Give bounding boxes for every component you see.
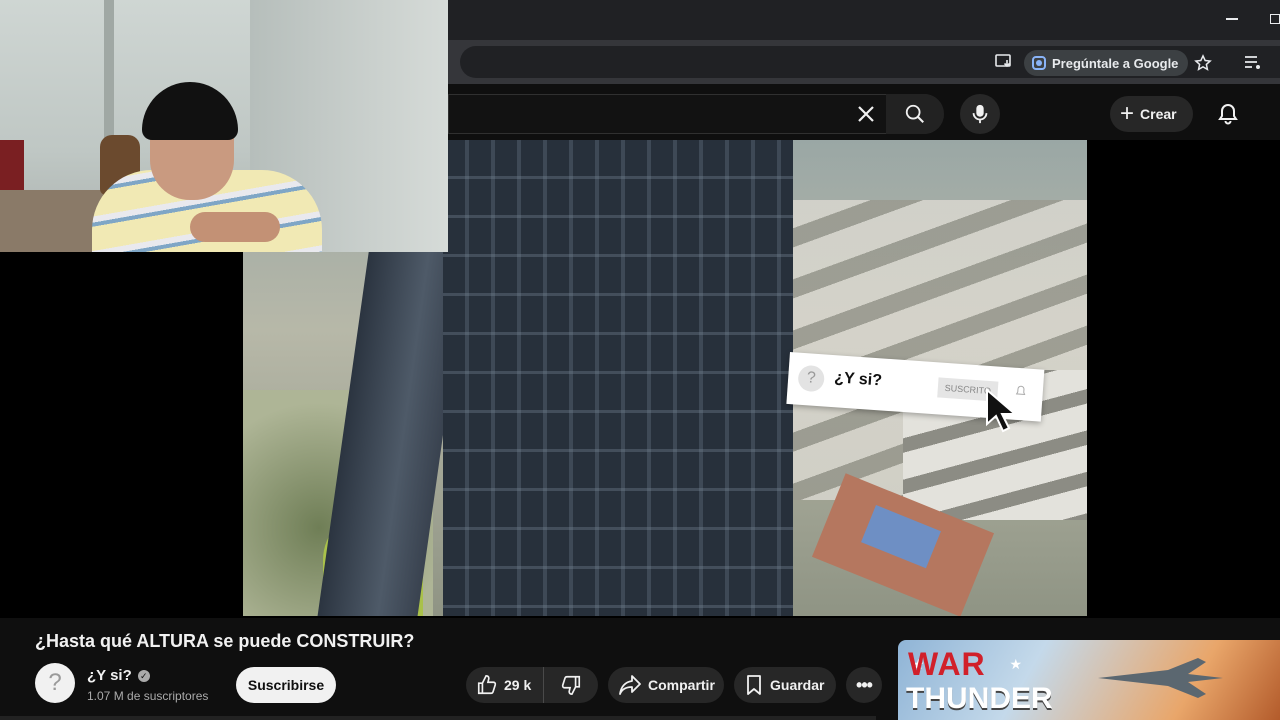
clear-search-button[interactable] (852, 100, 880, 128)
create-label: Crear (1140, 106, 1177, 122)
like-dislike-group: 29 k (466, 667, 598, 703)
like-button[interactable]: 29 k (466, 667, 544, 703)
ad-banner[interactable]: ★ ★ WAR THUNDER (898, 640, 1280, 720)
bell-icon (1218, 103, 1238, 125)
more-icon: ••• (856, 674, 873, 695)
plus-icon: + (1120, 100, 1135, 127)
dislike-button[interactable] (544, 667, 598, 703)
share-button[interactable]: Compartir (608, 667, 724, 703)
notifications-button[interactable] (1214, 100, 1242, 128)
video-skyscraper (443, 140, 793, 616)
reading-list-icon[interactable] (1244, 55, 1262, 71)
search-button[interactable] (886, 94, 944, 134)
overlay-channel-name: ¿Y si? (833, 369, 883, 390)
create-button[interactable]: + Crear (1110, 96, 1193, 132)
share-label: Compartir (648, 677, 715, 693)
close-icon (858, 106, 874, 122)
maximize-button[interactable] (1270, 14, 1280, 24)
webcam-overlay (0, 0, 448, 252)
bookmark-icon (747, 675, 761, 695)
mic-icon (972, 104, 988, 124)
cursor-icon (986, 388, 1018, 433)
star-icon[interactable] (1194, 54, 1212, 72)
like-count: 29 k (504, 677, 532, 693)
save-button[interactable]: Guardar (734, 667, 836, 703)
channel-name[interactable]: ¿Y si? (87, 667, 132, 684)
below-fold-edge (0, 716, 876, 720)
channel-name-row[interactable]: ¿Y si? ✓ (87, 667, 150, 684)
verified-icon: ✓ (137, 669, 150, 682)
ask-google-button[interactable]: Pregúntale a Google (1024, 50, 1189, 76)
webcam-person-hair (142, 82, 238, 140)
video-title: ¿Hasta qué ALTURA se puede CONSTRUIR? (35, 631, 415, 651)
voice-search-button[interactable] (960, 94, 1000, 134)
ask-google-label: Pregúntale a Google (1052, 55, 1179, 71)
save-label: Guardar (770, 677, 825, 693)
overlay-channel-avatar: ? (797, 364, 826, 393)
subscribe-button[interactable]: Suscribirse (236, 667, 336, 703)
channel-avatar[interactable]: ? (35, 663, 75, 703)
thumbs-down-icon (561, 675, 581, 695)
ad-logo-top: WAR (908, 646, 986, 682)
search-icon (905, 104, 924, 123)
share-icon (619, 675, 641, 695)
ad-jet-image (1098, 658, 1223, 698)
subscriber-count: 1.07 M de suscriptores (87, 689, 209, 703)
webcam-person-hand (190, 212, 280, 242)
more-actions-button[interactable]: ••• (846, 667, 882, 703)
google-lens-icon (1032, 56, 1046, 70)
thumbs-up-icon (477, 675, 497, 695)
minimize-button[interactable] (1226, 18, 1238, 20)
install-app-icon[interactable] (995, 54, 1013, 70)
ad-logo-bottom: THUNDER (906, 682, 1053, 715)
